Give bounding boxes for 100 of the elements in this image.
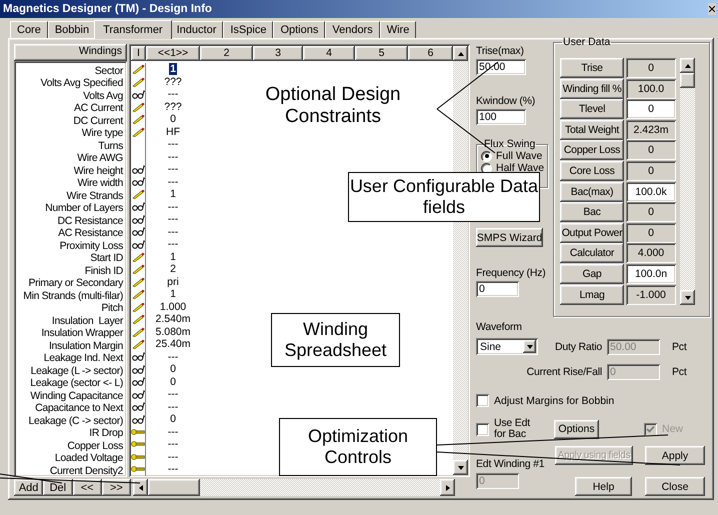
data-button[interactable]: Copper Loss [560, 140, 624, 160]
tab[interactable]: Wire [380, 21, 416, 38]
column-header: I [131, 46, 146, 61]
input-field[interactable]: 100 [476, 109, 526, 125]
glasses-icon [132, 402, 144, 412]
value-field: 0 [626, 202, 676, 222]
row-label: Leakage Ind. Next [44, 352, 123, 364]
checkbox[interactable]: Adjust Margins for Bobbin [476, 394, 614, 407]
table-cell[interactable]: 1 [146, 63, 200, 76]
table-cell[interactable]: --- [146, 213, 200, 226]
close-button[interactable]: Close [645, 477, 705, 496]
wizard-button[interactable]: SMPS Wizard [476, 228, 543, 247]
table-cell[interactable]: --- [146, 438, 200, 450]
data-button[interactable]: Trise [560, 58, 624, 78]
scroll-up-button[interactable] [453, 46, 468, 61]
toolbar-button[interactable]: Add [14, 479, 44, 496]
data-button[interactable]: Tlevel [560, 99, 624, 120]
radio-option[interactable]: Full Wave [481, 150, 545, 162]
table-cell[interactable]: 0 [146, 413, 200, 426]
table-cell[interactable]: 25.40m [146, 338, 200, 350]
toolbar-button[interactable]: Del [43, 479, 72, 496]
apply-button[interactable]: Apply [645, 446, 705, 465]
data-button[interactable]: Output Power [560, 222, 624, 243]
options-button[interactable]: Options [554, 420, 599, 438]
value-field: 2.423m [626, 120, 676, 140]
tab[interactable]: Core [10, 21, 48, 38]
table-cell[interactable]: --- [146, 238, 200, 250]
table-cell[interactable]: 1.000 [146, 300, 200, 313]
table-cell[interactable]: --- [146, 426, 200, 438]
glasses-icon [132, 214, 144, 224]
dropdown-arrow-icon [526, 342, 534, 350]
glasses-icon [132, 390, 144, 399]
scroll-down-button[interactable] [680, 290, 695, 305]
tab[interactable]: IsSpice [223, 21, 274, 38]
table-cell[interactable]: 1 [146, 288, 200, 300]
table-cell[interactable]: 0 [146, 363, 200, 376]
scroll-down-button[interactable] [453, 460, 468, 475]
tab[interactable]: Vendors [325, 21, 380, 38]
scroll-up-button[interactable] [680, 58, 695, 73]
glasses-icon [132, 202, 144, 212]
table-cell[interactable]: --- [146, 176, 200, 188]
table-cell[interactable]: --- [146, 88, 200, 100]
table-cell[interactable]: 2.540m [146, 313, 200, 326]
table-cell[interactable]: 0 [146, 113, 200, 126]
data-button[interactable]: Calculator [560, 243, 624, 264]
table-cell[interactable]: ??? [146, 100, 200, 113]
value-field[interactable]: 100.0k [626, 182, 676, 202]
table-cell[interactable]: ??? [146, 76, 200, 88]
toolbar-button[interactable]: << [72, 479, 102, 496]
input-field[interactable]: 0 [476, 281, 519, 297]
scroll-thumb[interactable] [680, 73, 695, 88]
value-field: 0 [626, 222, 676, 243]
tab[interactable]: Transformer [94, 20, 172, 39]
table-cell[interactable]: HF [146, 126, 200, 138]
data-button[interactable]: Core Loss [560, 160, 624, 181]
data-button[interactable]: Total Weight [560, 120, 624, 140]
tab[interactable]: Options [273, 21, 326, 38]
group-title: User Data [562, 36, 612, 48]
data-button[interactable]: Lmag [560, 284, 624, 305]
dropdown[interactable]: Sine [476, 338, 538, 355]
data-button[interactable]: Bac [560, 202, 624, 222]
table-cell[interactable]: --- [146, 163, 200, 176]
table-cell[interactable]: --- [146, 450, 200, 463]
table-cell[interactable]: --- [146, 150, 200, 163]
table-cell[interactable]: 0 [146, 376, 200, 388]
table-cell[interactable]: 2 [146, 263, 200, 276]
checkbox[interactable]: Use Edt for Bac [476, 418, 554, 440]
tab[interactable]: Bobbin [48, 21, 96, 38]
row-label: DC Resistance [58, 214, 123, 227]
data-button[interactable]: Bac(max) [560, 182, 624, 202]
close-button[interactable] [708, 3, 716, 15]
table-cell[interactable]: --- [146, 350, 200, 363]
up-arrow-icon [684, 62, 692, 70]
table-cell[interactable]: --- [146, 388, 200, 400]
glasses-icon [132, 227, 144, 236]
tab[interactable]: Inductor [170, 21, 224, 38]
value-field[interactable]: 0 [626, 99, 676, 120]
column-header: 3 [253, 46, 303, 61]
scroll-right-button[interactable] [440, 479, 455, 496]
glasses-icon [132, 90, 144, 99]
table-cell[interactable]: --- [146, 400, 200, 413]
row-label: Proximity Loss [60, 240, 123, 252]
scroll-left-button[interactable] [133, 479, 148, 496]
table-cell[interactable]: --- [146, 200, 200, 213]
table-cell[interactable]: --- [146, 226, 200, 238]
table-cell[interactable]: 5.080m [146, 326, 200, 338]
table-cell[interactable]: --- [146, 138, 200, 150]
row-label: Loaded Voltage [54, 452, 123, 464]
data-button[interactable]: Winding fill % [560, 78, 624, 99]
data-button[interactable]: Gap [560, 264, 624, 284]
table-cell[interactable]: 1 [146, 250, 200, 263]
table-cell[interactable]: 1 [146, 188, 200, 200]
scroll-thumb[interactable] [148, 479, 200, 496]
table-cell[interactable]: --- [146, 463, 200, 476]
value-field[interactable]: 100.0n [626, 264, 676, 284]
pencil-icon [132, 114, 144, 124]
toolbar-button[interactable]: >> [102, 479, 131, 496]
table-cell[interactable]: pri [146, 276, 200, 288]
help-button[interactable]: Help [575, 477, 632, 496]
callout-text: Optional Design Constraints [264, 83, 402, 129]
